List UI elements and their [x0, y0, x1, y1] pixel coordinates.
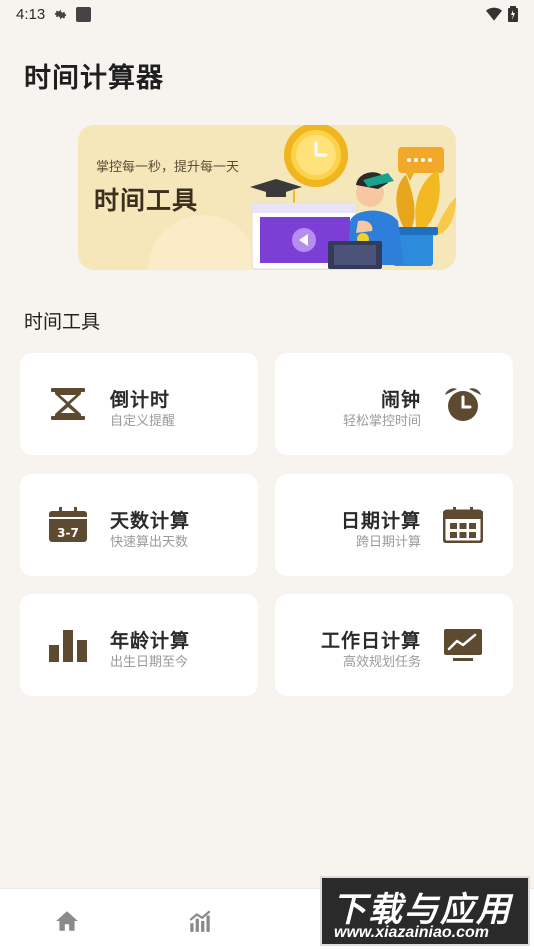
tool-card-workday[interactable]: 工作日计算 高效规划任务	[275, 594, 513, 696]
tool-desc: 自定义提醒	[110, 413, 176, 428]
battery-icon	[508, 6, 518, 22]
settings-gear-icon	[55, 9, 67, 19]
bar-chart-icon	[49, 630, 87, 662]
wifi-icon	[486, 7, 502, 21]
alarm-clock-icon	[445, 388, 481, 421]
tool-label: 日期计算	[340, 511, 421, 532]
calendar-icon: 3-7	[49, 507, 87, 542]
tool-label: 天数计算	[110, 511, 191, 532]
stats-icon[interactable]	[187, 908, 213, 934]
hourglass-icon	[51, 388, 85, 420]
tool-card-age[interactable]: 年龄计算 出生日期至今	[20, 594, 258, 696]
tool-card-days[interactable]: 3-7 天数计算 快速算出天数	[20, 474, 258, 576]
banner-title: 时间工具	[94, 187, 199, 215]
tool-desc: 快速算出天数	[110, 534, 189, 549]
home-icon[interactable]	[54, 908, 80, 934]
calendar-icon-text: 3-7	[57, 526, 79, 540]
tool-card-countdown[interactable]: 倒计时 自定义提醒	[20, 353, 258, 455]
calendar-grid-icon	[443, 507, 483, 543]
page-title: 时间计算器	[24, 63, 164, 93]
status-time: 4:13	[16, 5, 46, 23]
watermark: 下载与应用 www.xiazainiao.com	[320, 876, 530, 946]
promo-banner[interactable]: 掌控每一秒，提升每一天 时间工具	[78, 125, 456, 270]
tool-label: 工作日计算	[320, 631, 421, 652]
tool-label: 倒计时	[110, 390, 171, 411]
tool-label: 年龄计算	[110, 631, 191, 652]
banner-subtitle: 掌控每一秒，提升每一天	[96, 159, 240, 174]
tool-card-alarm[interactable]: 闹钟 轻松掌控时间	[275, 353, 513, 455]
tool-card-date[interactable]: 日期计算 跨日期计算	[275, 474, 513, 576]
watermark-url: www.xiazainiao.com	[334, 924, 490, 941]
notification-square-icon	[76, 6, 92, 22]
tool-label: 闹钟	[380, 390, 421, 411]
section-title: 时间工具	[24, 312, 101, 333]
tool-desc: 跨日期计算	[355, 534, 421, 549]
monitor-chart-icon	[444, 629, 482, 661]
banner-illustration	[250, 125, 456, 270]
tool-desc: 出生日期至今	[110, 654, 189, 669]
tool-desc: 高效规划任务	[342, 654, 421, 669]
status-bar: 4:13	[0, 0, 534, 28]
tool-desc: 轻松掌控时间	[342, 413, 421, 428]
